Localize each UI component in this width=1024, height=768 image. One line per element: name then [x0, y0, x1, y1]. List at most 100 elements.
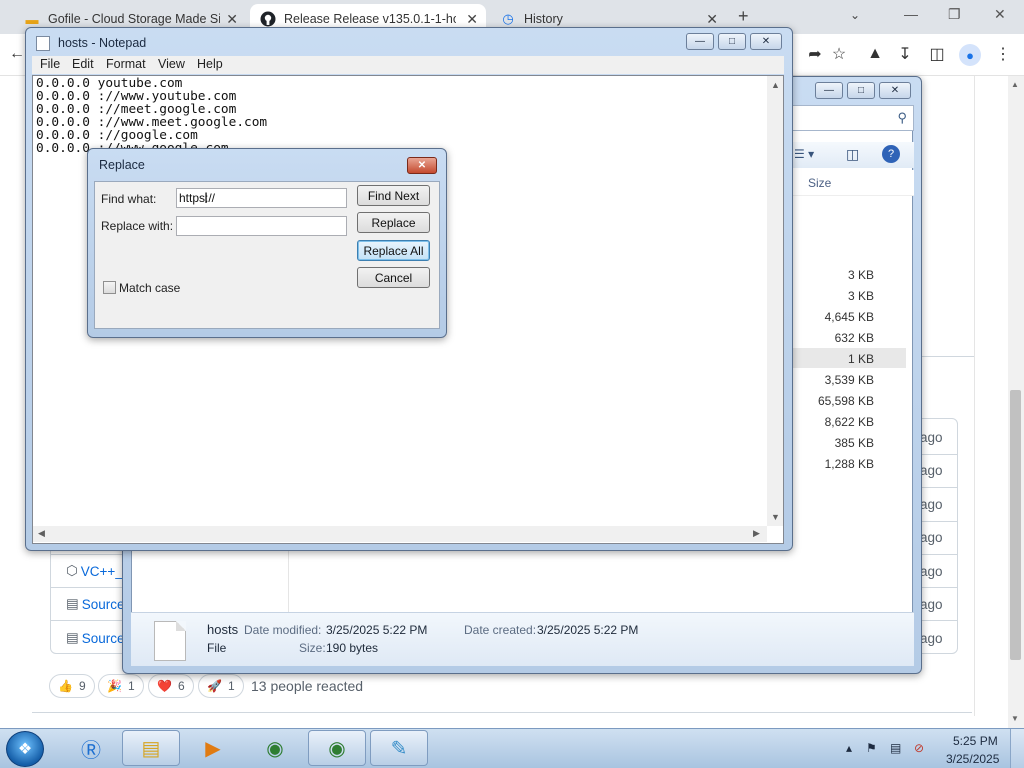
scroll-left-icon[interactable]: ◀: [38, 528, 45, 539]
asset-timestamp: ago: [920, 430, 943, 445]
download-icon[interactable]: ↧: [894, 43, 916, 65]
network-icon[interactable]: ▤: [890, 741, 901, 755]
tab-title: Release Release v135.0.1-1-hotf: [284, 12, 456, 26]
package-icon: ⬡: [66, 563, 78, 578]
scroll-down-icon[interactable]: ▼: [1011, 714, 1019, 723]
reaction-rocket[interactable]: 🚀 1: [198, 674, 244, 698]
match-case-checkbox[interactable]: [103, 281, 116, 294]
explorer-folder-icon[interactable]: ▤: [122, 730, 180, 766]
profile-icon[interactable]: ●: [959, 44, 981, 66]
minimize-icon[interactable]: —: [686, 33, 714, 50]
reaction-thumbs-up[interactable]: 👍 9: [49, 674, 95, 698]
close-icon[interactable]: ✕: [226, 11, 238, 28]
menu-file[interactable]: File: [40, 57, 60, 71]
size-value: 190 bytes: [326, 641, 379, 655]
clock-time[interactable]: 5:25 PM: [953, 734, 998, 748]
file-size: 4,645 KB: [824, 310, 874, 324]
restore-icon[interactable]: ❐: [948, 6, 961, 23]
bookmark-star-icon[interactable]: ☆: [828, 43, 850, 65]
asset-link[interactable]: ▤ Source: [66, 593, 125, 615]
details-file-type: File: [207, 641, 227, 655]
minimize-icon[interactable]: —: [815, 82, 843, 99]
file-size: 3 KB: [847, 289, 874, 303]
tab-title: Gofile - Cloud Storage Made Sim: [48, 12, 220, 26]
reaction-heart[interactable]: ❤️ 6: [148, 674, 194, 698]
preview-pane-icon[interactable]: ◫: [846, 146, 859, 163]
asset-timestamp: ago: [920, 631, 943, 646]
explorer-command-bar: ☰ ▾ ◫ ?: [790, 142, 914, 168]
file-zip-icon: ▤: [66, 596, 79, 611]
new-tab-button[interactable]: +: [738, 6, 749, 27]
share-icon[interactable]: ➦: [804, 43, 826, 65]
reaction-hooray[interactable]: 🎉 1: [98, 674, 144, 698]
menu-help[interactable]: Help: [197, 57, 223, 71]
size-column-header[interactable]: Size: [808, 176, 831, 190]
close-window-icon[interactable]: ✕: [994, 6, 1006, 23]
file-size: 1 KB: [847, 352, 874, 366]
maximize-icon[interactable]: □: [847, 82, 875, 99]
replace-all-button[interactable]: Replace All: [357, 240, 430, 261]
search-icon: ⚲: [897, 110, 907, 125]
tab-title: History: [524, 12, 563, 26]
help-icon[interactable]: ?: [882, 145, 900, 163]
asset-link[interactable]: ⬡ VC++_: [66, 560, 123, 582]
menu-edit[interactable]: Edit: [72, 57, 94, 71]
labs-icon[interactable]: ▲: [864, 43, 886, 65]
volume-muted-icon[interactable]: ⊘: [914, 741, 924, 755]
minimize-icon[interactable]: —: [904, 6, 918, 22]
view-options-icon[interactable]: ☰ ▾: [794, 147, 814, 161]
media-player-icon[interactable]: ▶: [184, 730, 242, 766]
asset-link[interactable]: ▤ Source: [66, 627, 125, 649]
date-created-label: Date created:: [464, 623, 537, 637]
horizontal-scrollbar[interactable]: ◀ ▶: [33, 526, 767, 542]
chrome-active-icon[interactable]: ◉: [308, 730, 366, 766]
reaction-count: 6: [177, 679, 185, 693]
chrome-icon[interactable]: ◉: [246, 730, 304, 766]
file-size: 385 KB: [834, 436, 874, 450]
file-icon: [154, 621, 186, 661]
notepad-app-icon: [36, 36, 50, 51]
maximize-icon[interactable]: □: [718, 33, 746, 50]
thumbs-up-icon: 👍: [58, 679, 73, 693]
close-window-icon[interactable]: ✕: [879, 82, 911, 99]
file-size: 632 KB: [834, 331, 874, 345]
replace-button[interactable]: Replace: [357, 212, 430, 233]
window-title: hosts - Notepad: [58, 36, 147, 50]
scroll-right-icon[interactable]: ▶: [753, 528, 760, 539]
section-divider: [922, 356, 974, 357]
scroll-up-icon[interactable]: ▲: [771, 80, 780, 90]
menu-format[interactable]: Format: [106, 57, 146, 71]
tab-search-chevron-icon[interactable]: ⌄: [850, 8, 860, 22]
asset-timestamp: ago: [920, 463, 943, 478]
history-icon: ◷: [502, 11, 514, 26]
scroll-up-icon[interactable]: ▲: [1011, 80, 1019, 89]
vertical-scrollbar[interactable]: ▲ ▼: [767, 76, 783, 526]
menu-icon[interactable]: ⋮: [992, 43, 1014, 65]
page-divider: [32, 712, 972, 713]
menu-view[interactable]: View: [158, 57, 185, 71]
cancel-button[interactable]: Cancel: [357, 267, 430, 288]
scroll-down-icon[interactable]: ▼: [771, 512, 780, 522]
show-desktop-button[interactable]: [1010, 729, 1024, 768]
clock-date[interactable]: 3/25/2025: [946, 752, 999, 766]
replace-with-input[interactable]: [176, 216, 347, 236]
action-center-flag-icon[interactable]: ⚑: [866, 741, 877, 755]
asset-label: VC++_: [80, 563, 123, 579]
file-size: 1,288 KB: [824, 457, 874, 471]
find-what-input[interactable]: [176, 188, 347, 208]
match-case-label[interactable]: Match case: [119, 281, 180, 295]
internet-explorer-icon[interactable]: Ⓡ: [62, 730, 120, 766]
date-created-value: 3/25/2025 5:22 PM: [537, 623, 639, 637]
reaction-summary: 13 people reacted: [251, 678, 364, 694]
show-hidden-icons-icon[interactable]: ▴: [846, 741, 852, 755]
start-button[interactable]: ❖: [6, 731, 44, 767]
notepad-icon[interactable]: ✎: [370, 730, 428, 766]
close-icon[interactable]: ✕: [466, 11, 478, 28]
page-scrollbar-thumb[interactable]: [1010, 390, 1021, 660]
side-panel-icon[interactable]: ◫: [926, 43, 948, 65]
find-next-button[interactable]: Find Next: [357, 185, 430, 206]
close-icon[interactable]: ✕: [706, 11, 718, 28]
date-modified-label: Date modified:: [244, 623, 322, 637]
close-icon[interactable]: ✕: [407, 157, 437, 174]
close-window-icon[interactable]: ✕: [750, 33, 782, 50]
